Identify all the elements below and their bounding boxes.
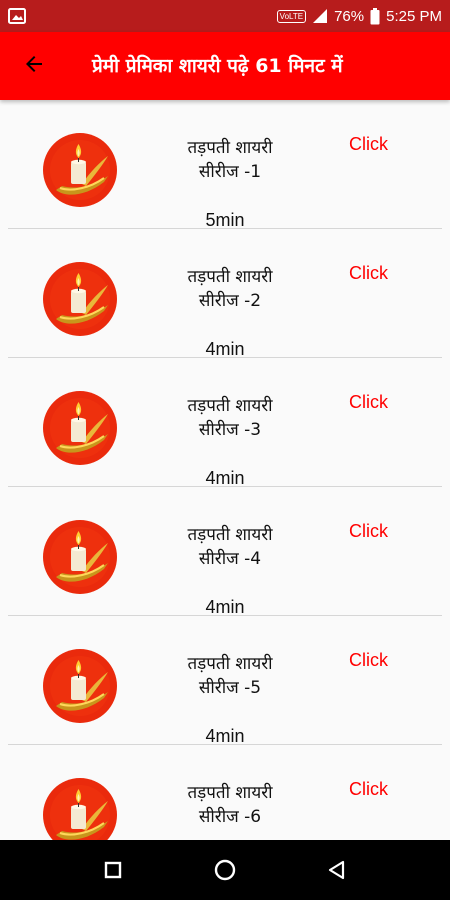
item-title-line1: तड़पती शायरी [187, 783, 273, 803]
list-item[interactable]: तड़पती शायरी सीरीज -3 Click 4min [0, 358, 450, 488]
list-item[interactable]: तड़पती शायरी सीरीज -6 Click [0, 745, 450, 840]
click-link[interactable]: Click [349, 263, 388, 284]
gallery-icon [8, 8, 26, 24]
home-button[interactable] [213, 858, 237, 882]
item-title-line2: सीरीज -3 [198, 420, 262, 440]
click-link[interactable]: Click [349, 650, 388, 671]
back-triangle-icon [325, 858, 349, 882]
candle-thumbnail-icon [42, 390, 118, 466]
item-title-line2: सीरीज -4 [198, 549, 262, 569]
status-bar: VoLTE 76% 5:25 PM [0, 0, 450, 32]
page-title: प्रेमी प्रेमिका शायरी पढ़े 61 मिनट में [92, 55, 343, 77]
list-item[interactable]: तड़पती शायरी सीरीज -1 Click 5min [0, 100, 450, 230]
item-title-line1: तड़पती शायरी [187, 654, 273, 674]
candle-thumbnail-icon [42, 261, 118, 337]
click-link[interactable]: Click [349, 779, 388, 800]
list-item[interactable]: तड़पती शायरी सीरीज -2 Click 4min [0, 229, 450, 359]
item-title-line1: तड़पती शायरी [187, 396, 273, 416]
recents-button[interactable] [101, 858, 125, 882]
click-link[interactable]: Click [349, 521, 388, 542]
back-button[interactable] [20, 52, 48, 80]
list-item[interactable]: तड़पती शायरी सीरीज -4 Click 4min [0, 487, 450, 617]
click-link[interactable]: Click [349, 134, 388, 155]
navigation-bar [0, 840, 450, 900]
item-title-line2: सीरीज -2 [198, 291, 262, 311]
battery-percent: 76% [334, 7, 365, 25]
item-title-line1: तड़पती शायरी [187, 267, 273, 287]
candle-thumbnail-icon [42, 519, 118, 595]
candle-thumbnail-icon [42, 777, 118, 840]
item-title-line1: तड़पती शायरी [187, 138, 273, 158]
recents-square-icon [101, 858, 125, 882]
shayari-series-list[interactable]: तड़पती शायरी सीरीज -1 Click 5min तड़पती शायर… [0, 100, 450, 840]
list-item[interactable]: तड़पती शायरी सीरीज -5 Click 4min [0, 616, 450, 746]
click-link[interactable]: Click [349, 392, 388, 413]
app-bar: प्रेमी प्रेमिका शायरी पढ़े 61 मिनट में [0, 32, 450, 100]
item-title-line2: सीरीज -6 [198, 807, 262, 827]
candle-thumbnail-icon [42, 132, 118, 208]
arrow-left-icon [22, 52, 46, 80]
signal-icon [312, 8, 328, 24]
candle-thumbnail-icon [42, 648, 118, 724]
item-title-line2: सीरीज -5 [198, 678, 262, 698]
system-back-button[interactable] [325, 858, 349, 882]
volte-badge: VoLTE [276, 9, 307, 23]
battery-icon [370, 7, 380, 25]
clock-time: 5:25 PM [386, 7, 442, 25]
item-title-line1: तड़पती शायरी [187, 525, 273, 545]
item-title-line2: सीरीज -1 [198, 162, 262, 182]
home-circle-icon [213, 858, 237, 882]
